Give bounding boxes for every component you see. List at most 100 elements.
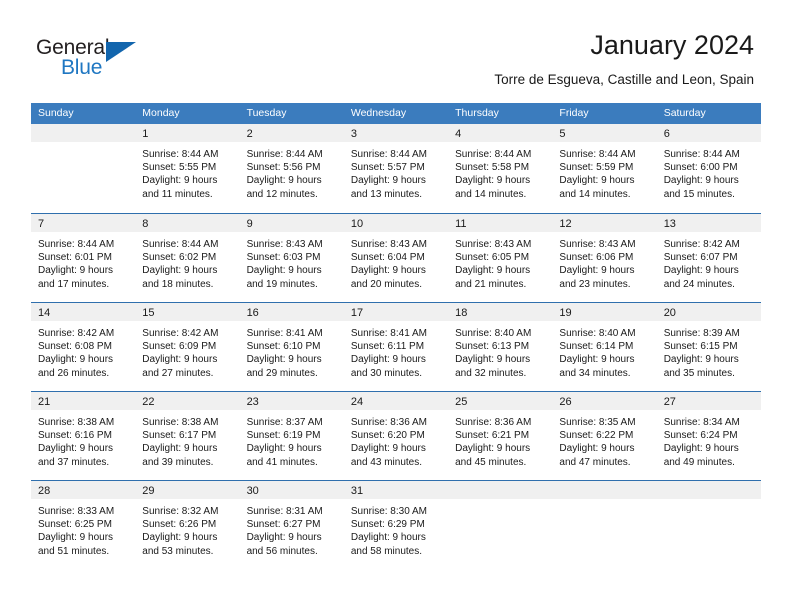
daylight-text-line1: Daylight: 9 hours (246, 532, 322, 544)
sunrise-text: Sunrise: 8:35 AM (559, 417, 636, 428)
day-number-band: 12 (552, 214, 657, 232)
sunset-text: Sunset: 6:15 PM (663, 341, 738, 353)
sunset-text: Sunset: 6:29 PM (350, 519, 425, 531)
calendar-page: General Blue January 2024 Torre de Esgue… (0, 0, 792, 612)
weekday-header-saturday: Saturday (663, 107, 706, 119)
calendar-day-cell[interactable]: 22 Sunrise: 8:38 AM Sunset: 6:17 PM Dayligh… (135, 392, 240, 480)
daylight-text-line2: and 56 minutes. (246, 545, 318, 557)
sunset-text: Sunset: 5:57 PM (350, 162, 425, 174)
sunrise-text: Sunrise: 8:36 AM (455, 417, 532, 428)
daylight-text-line2: and 19 minutes. (246, 278, 318, 290)
calendar-week-row: 28 Sunrise: 8:33 AM Sunset: 6:25 PM Dayligh… (31, 480, 761, 569)
day-number-band (656, 481, 761, 499)
calendar-week-row: 1 Sunrise: 8:44 AM Sunset: 5:55 PM Daylight… (31, 124, 761, 213)
calendar-day-cell[interactable]: 13 Sunrise: 8:42 AM Sunset: 6:07 PM Dayligh… (656, 214, 761, 302)
day-number-band: 23 (239, 392, 344, 410)
day-details: Sunrise: 8:44 AM Sunset: 5:57 PM Daylight:… (344, 142, 448, 201)
sunrise-text: Sunrise: 8:32 AM (142, 506, 219, 517)
calendar-week-row: 21 Sunrise: 8:38 AM Sunset: 6:16 PM Dayligh… (31, 391, 761, 480)
calendar-day-cell[interactable]: 1 Sunrise: 8:44 AM Sunset: 5:55 PM Daylight… (135, 124, 240, 213)
day-number: 4 (455, 128, 462, 140)
calendar-day-cell[interactable]: 11 Sunrise: 8:43 AM Sunset: 6:05 PM Dayligh… (448, 214, 553, 302)
calendar-day-cell[interactable]: 9 Sunrise: 8:43 AM Sunset: 6:03 PM Daylight… (239, 214, 344, 302)
calendar-day-cell[interactable]: 30 Sunrise: 8:31 AM Sunset: 6:27 PM Dayligh… (239, 481, 344, 569)
day-number: 9 (246, 218, 253, 230)
day-details: Sunrise: 8:31 AM Sunset: 6:27 PM Daylight:… (240, 499, 344, 558)
calendar-day-cell[interactable]: 14 Sunrise: 8:42 AM Sunset: 6:08 PM Dayligh… (31, 303, 136, 391)
sunrise-text: Sunrise: 8:41 AM (246, 328, 323, 339)
calendar-day-cell[interactable]: 6 Sunrise: 8:44 AM Sunset: 6:00 PM Daylight… (656, 124, 761, 213)
day-number: 14 (38, 307, 51, 319)
sunrise-text: Sunrise: 8:44 AM (350, 149, 427, 160)
day-number: 20 (663, 307, 676, 319)
sunset-text: Sunset: 6:09 PM (142, 341, 217, 353)
daylight-text-line2: and 49 minutes. (663, 456, 735, 468)
calendar-day-cell[interactable]: 10 Sunrise: 8:43 AM Sunset: 6:04 PM Dayligh… (343, 214, 449, 302)
calendar-day-cell[interactable]: 2 Sunrise: 8:44 AM Sunset: 5:56 PM Daylight… (239, 124, 344, 213)
day-number-band: 27 (656, 392, 761, 410)
calendar-day-cell[interactable]: 31 Sunrise: 8:30 AM Sunset: 6:29 PM Dayligh… (343, 481, 449, 569)
daylight-text-line1: Daylight: 9 hours (38, 354, 114, 366)
calendar-day-cell[interactable]: 25 Sunrise: 8:36 AM Sunset: 6:21 PM Dayligh… (448, 392, 553, 480)
day-number-band: 25 (448, 392, 553, 410)
calendar-day-cell[interactable]: 23 Sunrise: 8:37 AM Sunset: 6:19 PM Dayligh… (239, 392, 344, 480)
calendar-day-cell[interactable]: 7 Sunrise: 8:44 AM Sunset: 6:01 PM Daylight… (31, 214, 136, 302)
calendar-day-cell[interactable]: 3 Sunrise: 8:44 AM Sunset: 5:57 PM Daylight… (343, 124, 449, 213)
weekday-header-wednesday: Wednesday (350, 107, 407, 119)
day-number: 19 (559, 307, 572, 319)
day-details: Sunrise: 8:38 AM Sunset: 6:16 PM Daylight:… (31, 410, 135, 469)
calendar-day-cell[interactable]: 20 Sunrise: 8:39 AM Sunset: 6:15 PM Dayligh… (656, 303, 761, 391)
calendar-day-cell[interactable]: 18 Sunrise: 8:40 AM Sunset: 6:13 PM Dayligh… (448, 303, 553, 391)
daylight-text-line1: Daylight: 9 hours (663, 175, 739, 187)
calendar-day-cell[interactable]: 21 Sunrise: 8:38 AM Sunset: 6:16 PM Dayligh… (31, 392, 136, 480)
sunset-text: Sunset: 6:24 PM (663, 430, 738, 442)
day-details: Sunrise: 8:40 AM Sunset: 6:13 PM Daylight:… (448, 321, 552, 380)
daylight-text-line1: Daylight: 9 hours (559, 175, 635, 187)
calendar-day-cell[interactable]: 19 Sunrise: 8:40 AM Sunset: 6:14 PM Dayligh… (552, 303, 657, 391)
calendar-day-cell[interactable]: 15 Sunrise: 8:42 AM Sunset: 6:09 PM Dayligh… (135, 303, 240, 391)
day-details: Sunrise: 8:34 AM Sunset: 6:24 PM Daylight:… (657, 410, 761, 469)
day-number: 10 (350, 218, 364, 230)
calendar-day-cell[interactable]: 16 Sunrise: 8:41 AM Sunset: 6:10 PM Dayligh… (239, 303, 344, 391)
day-number-band: 16 (239, 303, 344, 321)
day-number-band: 2 (239, 124, 344, 142)
sunset-text: Sunset: 6:20 PM (350, 430, 425, 442)
calendar-day-cell[interactable]: 17 Sunrise: 8:41 AM Sunset: 6:11 PM Dayligh… (343, 303, 449, 391)
daylight-text-line1: Daylight: 9 hours (350, 354, 426, 366)
day-number-band: 20 (656, 303, 761, 321)
day-details: Sunrise: 8:43 AM Sunset: 6:03 PM Daylight:… (240, 232, 344, 291)
day-number: 27 (663, 396, 676, 408)
day-details: Sunrise: 8:37 AM Sunset: 6:19 PM Daylight:… (240, 410, 344, 469)
daylight-text-line2: and 41 minutes. (246, 456, 318, 468)
sunrise-text: Sunrise: 8:40 AM (559, 328, 636, 339)
calendar-day-cell[interactable]: 5 Sunrise: 8:44 AM Sunset: 5:59 PM Daylight… (552, 124, 657, 213)
sunset-text: Sunset: 6:25 PM (38, 519, 112, 531)
calendar-day-cell[interactable]: 24 Sunrise: 8:36 AM Sunset: 6:20 PM Dayligh… (343, 392, 449, 480)
sunrise-text: Sunrise: 8:44 AM (559, 149, 636, 160)
sunset-text: Sunset: 6:00 PM (663, 162, 738, 174)
day-number: 28 (38, 485, 51, 497)
sunrise-text: Sunrise: 8:42 AM (142, 328, 219, 339)
daylight-text-line1: Daylight: 9 hours (559, 265, 635, 277)
day-number: 29 (142, 485, 155, 497)
day-details: Sunrise: 8:36 AM Sunset: 6:20 PM Daylight:… (344, 410, 448, 469)
calendar-day-cell[interactable]: 4 Sunrise: 8:44 AM Sunset: 5:58 PM Daylight… (448, 124, 553, 213)
daylight-text-line2: and 35 minutes. (663, 367, 735, 379)
calendar-day-cell[interactable]: 26 Sunrise: 8:35 AM Sunset: 6:22 PM Dayligh… (552, 392, 657, 480)
sunset-text: Sunset: 6:10 PM (246, 341, 321, 353)
day-details: Sunrise: 8:44 AM Sunset: 6:00 PM Daylight:… (657, 142, 761, 201)
day-number-band: 18 (448, 303, 553, 321)
calendar-day-cell[interactable]: 28 Sunrise: 8:33 AM Sunset: 6:25 PM Dayligh… (31, 481, 136, 569)
calendar-day-cell[interactable]: 8 Sunrise: 8:44 AM Sunset: 6:02 PM Daylight… (135, 214, 240, 302)
daylight-text-line1: Daylight: 9 hours (350, 175, 426, 187)
calendar-day-cell[interactable]: 12 Sunrise: 8:43 AM Sunset: 6:06 PM Dayligh… (552, 214, 657, 302)
calendar-day-cell[interactable]: 27 Sunrise: 8:34 AM Sunset: 6:24 PM Dayligh… (656, 392, 761, 480)
day-number: 30 (246, 485, 259, 497)
sunset-text: Sunset: 6:02 PM (142, 252, 217, 264)
daylight-text-line1: Daylight: 9 hours (455, 265, 531, 277)
daylight-text-line1: Daylight: 9 hours (663, 265, 739, 277)
day-number: 13 (663, 218, 676, 230)
day-number-band: 17 (343, 303, 449, 321)
calendar-day-cell[interactable]: 29 Sunrise: 8:32 AM Sunset: 6:26 PM Dayligh… (135, 481, 240, 569)
sunset-text: Sunset: 6:11 PM (350, 341, 425, 353)
